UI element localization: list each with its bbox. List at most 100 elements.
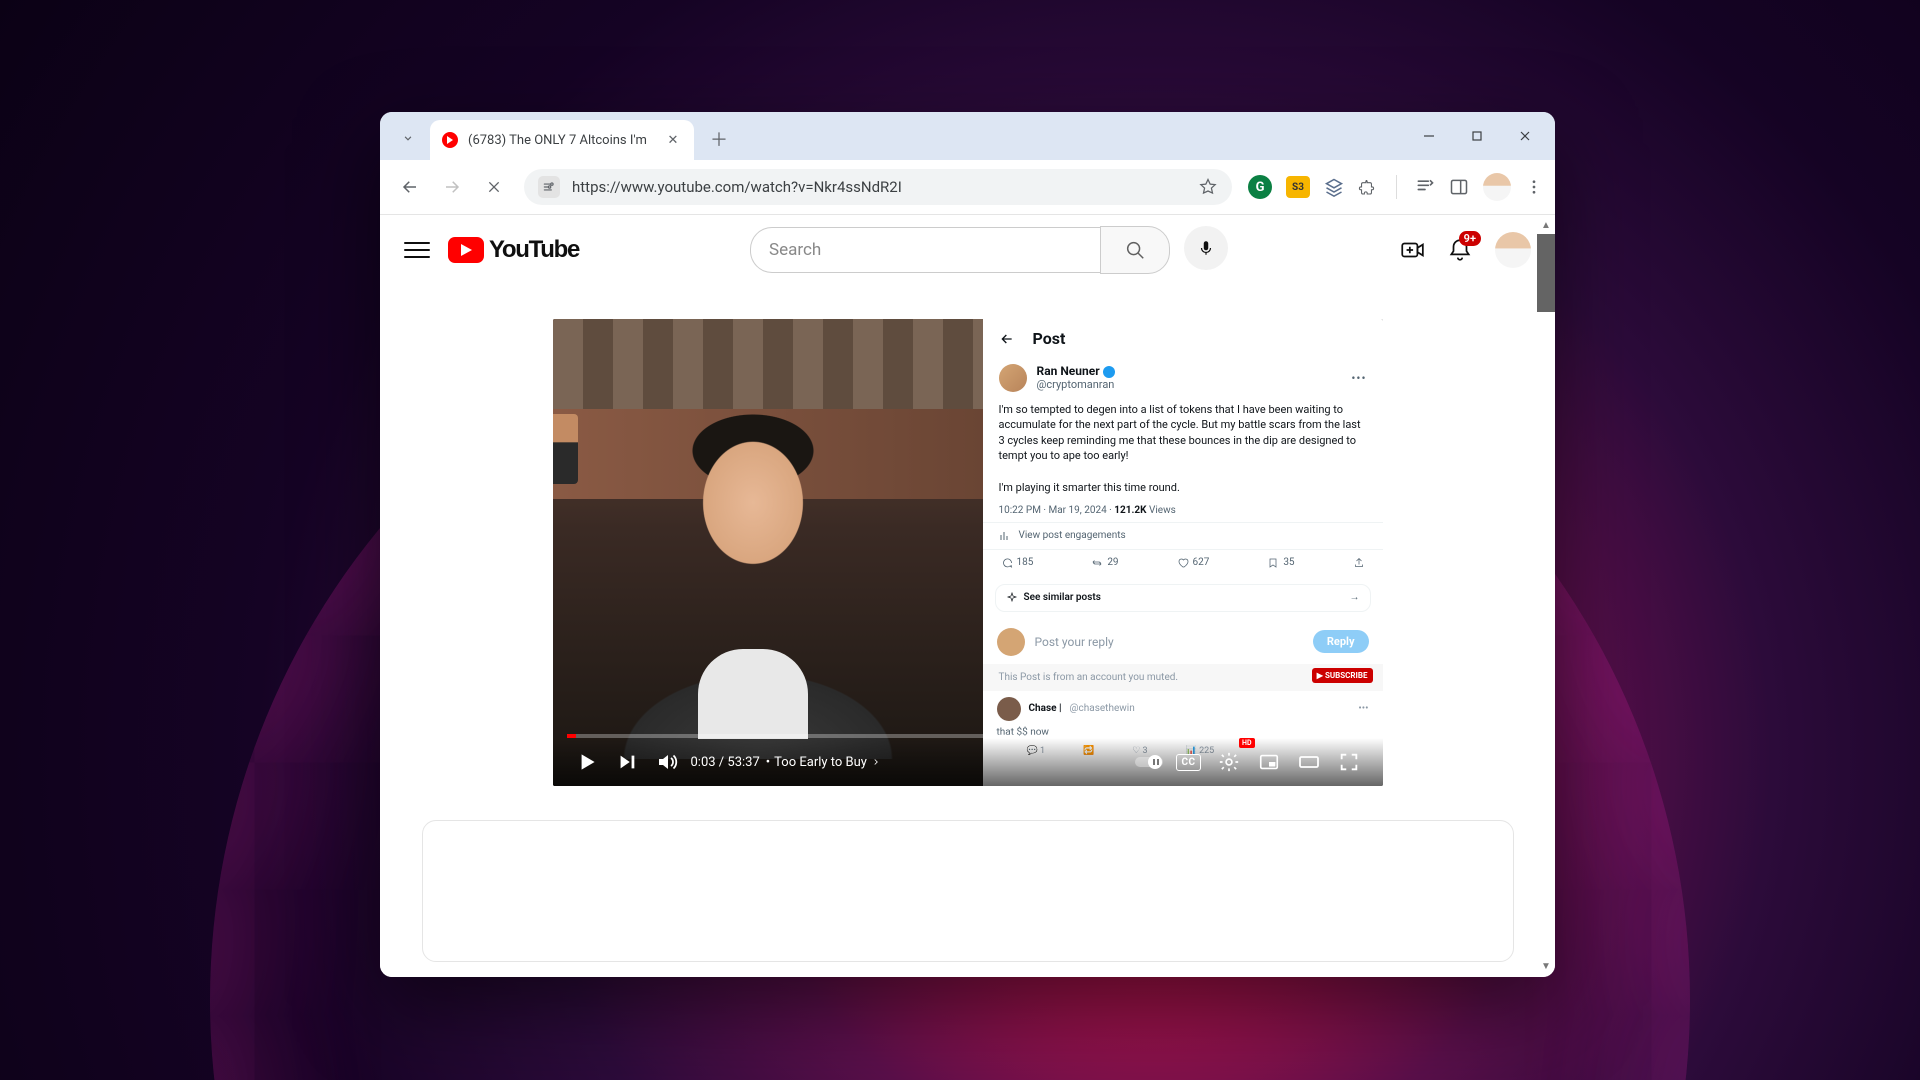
- guide-menu-button[interactable]: [404, 237, 430, 263]
- extension-s3-icon[interactable]: S3: [1286, 176, 1310, 198]
- reply-item: Chase | @chasethewin •••: [983, 691, 1383, 727]
- tweet-author-name: Ran Neuner: [1037, 365, 1115, 379]
- retweet-icon: [1091, 557, 1103, 569]
- chevron-down-icon: [401, 131, 415, 145]
- gear-icon: [1218, 751, 1240, 773]
- video-player[interactable]: Post Ran Neuner @cryptomanran ••• I'm so…: [553, 319, 1383, 786]
- see-similar-posts: See similar posts→: [995, 584, 1371, 612]
- extensions-area: G S3: [1248, 173, 1543, 201]
- reading-list-icon[interactable]: [1415, 177, 1435, 197]
- site-info-button[interactable]: [538, 176, 560, 198]
- youtube-logo[interactable]: YouTube: [448, 236, 579, 264]
- window-minimize-button[interactable]: [1405, 116, 1453, 156]
- microphone-icon: [1197, 239, 1215, 257]
- arrow-right-icon: [443, 178, 461, 196]
- subtitles-button[interactable]: CC: [1169, 742, 1209, 782]
- new-tab-button[interactable]: ＋: [704, 124, 734, 154]
- side-panel-icon[interactable]: [1449, 177, 1469, 197]
- nav-forward-button[interactable]: [434, 169, 470, 205]
- star-icon[interactable]: [1198, 177, 1218, 197]
- search-icon: [1124, 239, 1146, 261]
- voice-search-button[interactable]: [1184, 226, 1228, 270]
- youtube-wordmark: YouTube: [489, 236, 579, 264]
- youtube-header: YouTube Search: [380, 215, 1555, 285]
- fullscreen-icon: [1338, 751, 1360, 773]
- tweet-stats-row: 185 29 627 35: [983, 549, 1383, 576]
- notifications-button[interactable]: 9+: [1447, 237, 1473, 263]
- tweet-engagements-link: View post engagements: [983, 522, 1383, 549]
- tweet-body-1: I'm so tempted to degen into a list of t…: [983, 398, 1383, 468]
- video-frame-tweet: Post Ran Neuner @cryptomanran ••• I'm so…: [983, 319, 1383, 786]
- search-container: Search: [597, 226, 1381, 274]
- youtube-page: YouTube Search: [380, 215, 1555, 977]
- url-text: https://www.youtube.com/watch?v=Nkr4ssNd…: [572, 178, 1186, 196]
- hd-badge: HD: [1239, 738, 1255, 748]
- reply-icon: [1001, 557, 1013, 569]
- nav-back-button[interactable]: [392, 169, 428, 205]
- browser-tab-active[interactable]: (6783) The ONLY 7 Altcoins I'm ✕: [430, 120, 694, 160]
- cc-icon: CC: [1176, 754, 1200, 771]
- chrome-menu-icon[interactable]: [1525, 178, 1543, 196]
- play-icon: [574, 749, 600, 775]
- fullscreen-button[interactable]: [1329, 742, 1369, 782]
- tweet-author-avatar: [999, 364, 1027, 392]
- chrome-window: (6783) The ONLY 7 Altcoins I'm ✕ ＋ https…: [380, 112, 1555, 977]
- reply-avatar: [997, 697, 1021, 721]
- stat-likes: 627: [1177, 557, 1210, 569]
- stat-share: [1353, 557, 1365, 569]
- tweet-more-icon: •••: [1351, 371, 1366, 385]
- muted-notice: This Post is from an account you muted. …: [983, 664, 1383, 691]
- chapter-label[interactable]: • Too Early to Buy: [766, 755, 881, 770]
- stat-replies: 185: [1001, 557, 1034, 569]
- desktop-wallpaper: (6783) The ONLY 7 Altcoins I'm ✕ ＋ https…: [0, 0, 1920, 1080]
- tweet-body-2: I'm playing it smarter this time round.: [983, 476, 1383, 499]
- heart-icon: [1177, 557, 1189, 569]
- tab-search-button[interactable]: [394, 124, 422, 152]
- youtube-play-icon: [448, 237, 484, 263]
- volume-button[interactable]: [647, 742, 687, 782]
- scrollbar-down-arrow[interactable]: ▼: [1539, 959, 1553, 973]
- search-button[interactable]: [1100, 226, 1170, 274]
- reply-self-avatar: [997, 628, 1025, 656]
- scrollbar-thumb[interactable]: [1537, 234, 1555, 312]
- search-input[interactable]: Search: [750, 227, 1100, 273]
- miniplayer-icon: [1258, 751, 1280, 773]
- tab-close-button[interactable]: ✕: [664, 131, 682, 149]
- settings-button[interactable]: HD: [1209, 742, 1249, 782]
- window-close-button[interactable]: [1501, 116, 1549, 156]
- share-icon: [1353, 557, 1365, 569]
- theater-button[interactable]: [1289, 742, 1329, 782]
- stat-bookmarks: 35: [1267, 557, 1294, 569]
- account-avatar[interactable]: [1495, 232, 1531, 268]
- player-controls: 0:03 / 53:37 • Too Early to Buy CC HD: [553, 738, 1383, 786]
- autoplay-icon: [1134, 754, 1164, 770]
- time-display: 0:03 / 53:37: [691, 755, 760, 770]
- youtube-favicon: [442, 132, 458, 148]
- next-button[interactable]: [607, 742, 647, 782]
- tweet-header: Post: [983, 319, 1383, 358]
- create-button[interactable]: [1399, 237, 1425, 263]
- miniplayer-button[interactable]: [1249, 742, 1289, 782]
- tweet-author-handle: @cryptomanran: [1037, 379, 1115, 392]
- play-button[interactable]: [567, 742, 607, 782]
- reply-button: Reply: [1313, 630, 1369, 653]
- nav-stop-button[interactable]: [476, 169, 512, 205]
- tab-title: (6783) The ONLY 7 Altcoins I'm: [468, 133, 656, 148]
- extension-grammarly-icon[interactable]: G: [1248, 175, 1272, 199]
- next-icon: [616, 751, 638, 773]
- reply-placeholder: Post your reply: [1035, 635, 1303, 649]
- close-icon: [486, 179, 502, 195]
- notification-badge: 9+: [1459, 231, 1481, 246]
- reply-compose-row: Post your reply Reply: [983, 620, 1383, 664]
- arrow-left-icon: [401, 178, 419, 196]
- scrollbar-up-arrow[interactable]: ▲: [1539, 218, 1553, 232]
- window-maximize-button[interactable]: [1453, 116, 1501, 156]
- omnibox[interactable]: https://www.youtube.com/watch?v=Nkr4ssNd…: [524, 169, 1232, 205]
- extension-layers-icon[interactable]: [1324, 177, 1344, 197]
- tab-strip: (6783) The ONLY 7 Altcoins I'm ✕ ＋: [380, 112, 1555, 160]
- arrow-left-icon: [999, 331, 1015, 347]
- extensions-puzzle-icon[interactable]: [1358, 177, 1378, 197]
- tweet-header-title: Post: [1033, 329, 1066, 348]
- autoplay-toggle[interactable]: [1129, 742, 1169, 782]
- chrome-profile-avatar[interactable]: [1483, 173, 1511, 201]
